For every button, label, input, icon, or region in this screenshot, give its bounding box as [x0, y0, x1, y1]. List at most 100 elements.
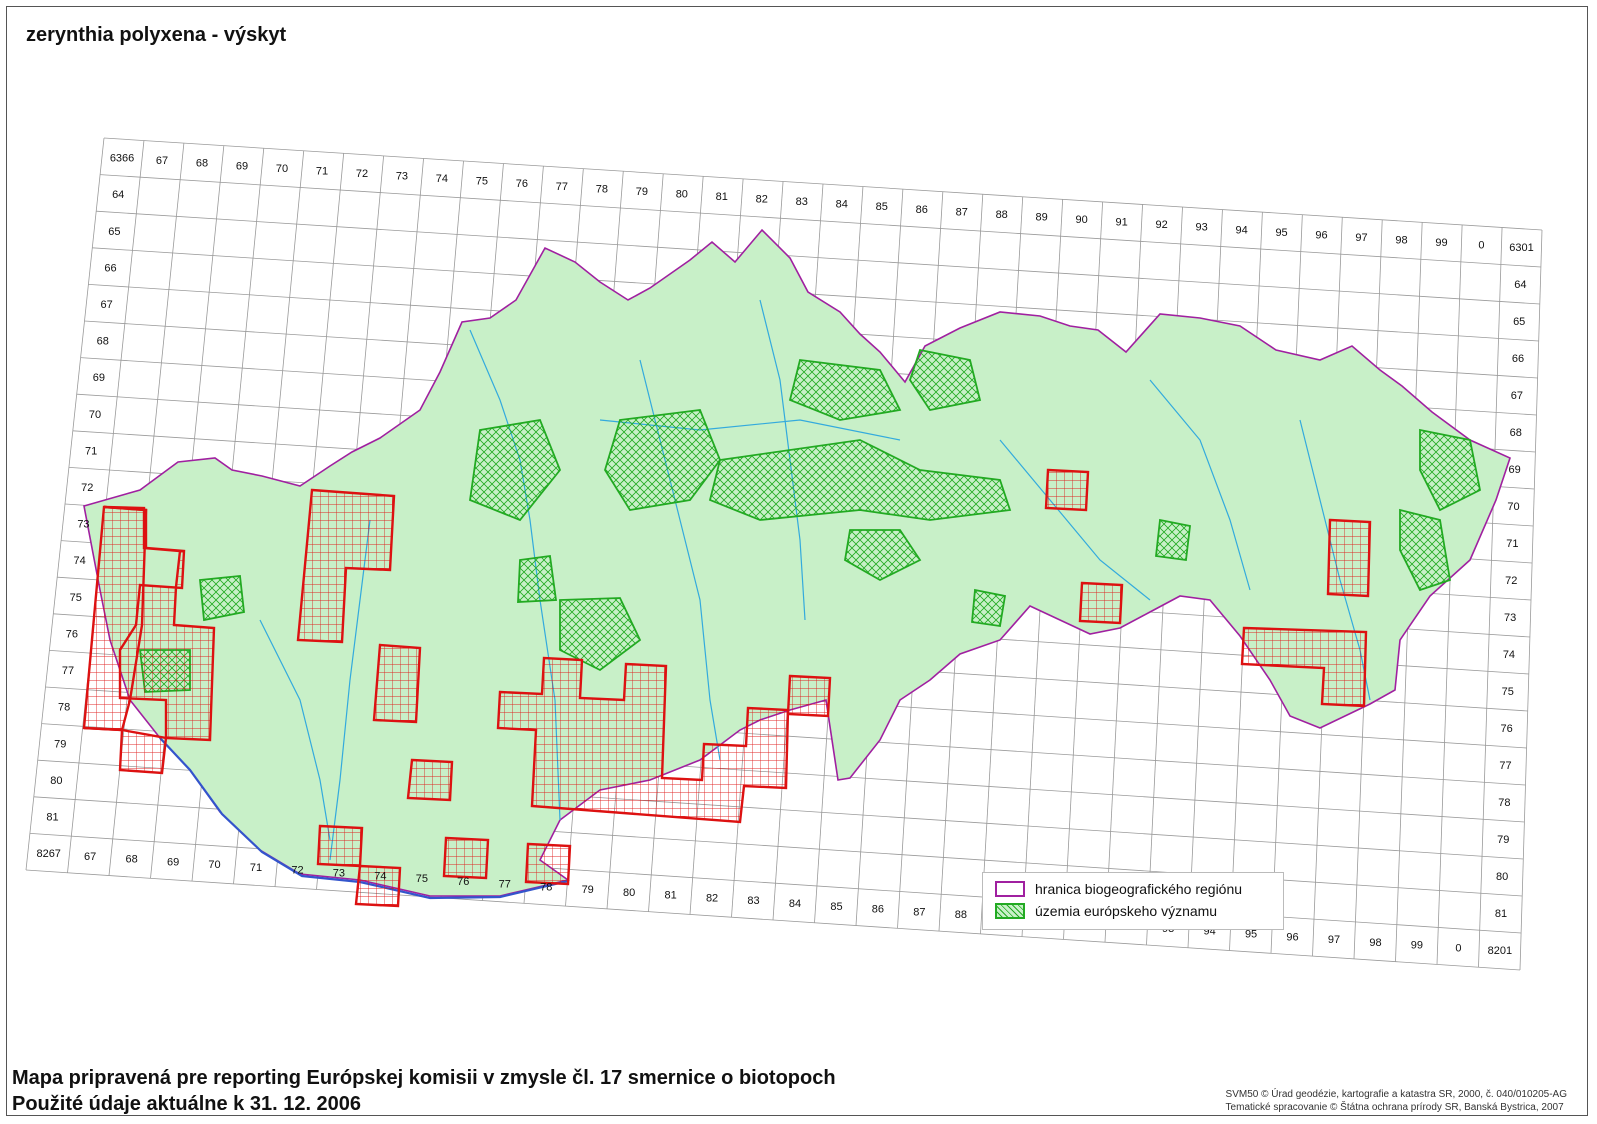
occurrence-square	[316, 824, 364, 868]
grid-label: 66	[104, 262, 116, 274]
grid-label: 74	[1503, 649, 1515, 661]
grid-label: 93	[1195, 222, 1207, 234]
grid-label: 71	[85, 445, 97, 457]
grid-label: 78	[58, 702, 70, 714]
grid-label: 86	[916, 204, 928, 216]
grid-label: 85	[830, 901, 842, 913]
grid-label: 81	[664, 890, 676, 902]
grid-label: 67	[84, 851, 96, 863]
grid-label: 81	[46, 811, 58, 823]
grid-label: 72	[1505, 575, 1517, 587]
grid-label: 72	[291, 865, 303, 877]
grid-label: 73	[77, 519, 89, 531]
occurrence-square	[786, 674, 832, 718]
grid-label: 95	[1275, 227, 1287, 239]
grid-label: 64	[1514, 279, 1526, 291]
grid-label: 67	[156, 155, 168, 167]
grid-label: 70	[1507, 501, 1519, 513]
grid-label: 79	[1497, 834, 1509, 846]
grid-label: 78	[596, 183, 608, 195]
grid-label: 8201	[1488, 945, 1512, 957]
grid-label: 77	[1499, 760, 1511, 772]
grid-label: 82	[756, 194, 768, 206]
grid-label: 70	[276, 163, 288, 175]
grid-label: 78	[1498, 797, 1510, 809]
grid-label: 73	[1504, 612, 1516, 624]
grid-label: 89	[1036, 211, 1048, 223]
grid-label: 75	[70, 592, 82, 604]
grid-label: 83	[796, 196, 808, 208]
footer-caption: Mapa pripravená pre reporting Európskej …	[12, 1065, 836, 1117]
slovakia-region-boundary	[83, 228, 1511, 897]
grid-label: 0	[1455, 942, 1461, 954]
grid-label: 75	[1502, 686, 1514, 698]
grid-label: 75	[416, 873, 428, 885]
sites-swatch-icon	[995, 903, 1025, 919]
grid-label: 80	[623, 887, 635, 899]
grid-label: 76	[516, 178, 528, 190]
grid-label: 64	[112, 189, 124, 201]
footer-credits: SVM50 © Úrad geodézie, kartografie a kat…	[1226, 1088, 1567, 1114]
grid-label: 98	[1395, 235, 1407, 247]
grid-label: 6301	[1509, 242, 1533, 254]
boundary-swatch-icon	[995, 881, 1025, 897]
grid-label: 91	[1116, 217, 1128, 229]
grid-label: 97	[1328, 934, 1340, 946]
grid-label: 84	[836, 199, 848, 211]
grid-label: 81	[1495, 908, 1507, 920]
country-shape	[83, 228, 1511, 900]
grid-label: 69	[167, 856, 179, 868]
occurrence-square	[442, 836, 490, 880]
grid-label: 74	[436, 173, 448, 185]
grid-label: 80	[50, 775, 62, 787]
grid-label: 73	[333, 867, 345, 879]
credit-line-2: Tematické spracovanie © Štátna ochrana p…	[1225, 1102, 1564, 1113]
footer-line-1: Mapa pripravená pre reporting Európskej …	[12, 1067, 836, 1089]
grid-label: 70	[89, 409, 101, 421]
grid-label: 79	[54, 738, 66, 750]
grid-label: 87	[956, 206, 968, 218]
grid-label: 84	[789, 898, 801, 910]
occurrence-square	[1078, 581, 1124, 625]
grid-label: 87	[913, 906, 925, 918]
grid-label: 77	[556, 181, 568, 193]
grid-label: 8267	[36, 848, 60, 860]
legend-item-boundary: hranica biogeografického regiónu	[995, 881, 1242, 897]
grid-label: 77	[499, 879, 511, 891]
grid-label: 69	[236, 160, 248, 172]
grid-line	[100, 174, 1541, 268]
grid-line	[29, 833, 1522, 934]
grid-label: 92	[1156, 219, 1168, 231]
grid-label: 98	[1369, 937, 1381, 949]
grid-label: 85	[876, 201, 888, 213]
grid-line	[25, 869, 1521, 971]
grid-label: 94	[1235, 224, 1247, 236]
grid-label: 74	[73, 555, 85, 567]
grid-label: 67	[1511, 390, 1523, 402]
grid-label: 71	[1506, 538, 1518, 550]
grid-label: 0	[1478, 240, 1484, 252]
grid-label: 68	[1510, 427, 1522, 439]
grid-label: 70	[208, 859, 220, 871]
grid-line	[96, 210, 1540, 305]
grid-label: 72	[81, 482, 93, 494]
footer-line-2: Použité údaje aktuálne k 31. 12. 2006	[12, 1093, 362, 1115]
grid-label: 74	[374, 870, 386, 882]
grid-label: 76	[457, 876, 469, 888]
occurrence-square	[372, 643, 422, 724]
grid-label: 69	[93, 372, 105, 384]
credit-line-1: SVM50 © Úrad geodézie, kartografie a kat…	[1225, 1089, 1567, 1100]
grid-label: 99	[1435, 237, 1447, 249]
distribution-map: 6366 67 68 69 70 71 72 73 74 75 76 77 78 79 80 81 82 83 84…	[25, 137, 1543, 971]
grid-label: 71	[316, 165, 328, 177]
grid-label: 88	[996, 209, 1008, 221]
grid-label: 95	[1245, 928, 1257, 940]
grid-label: 81	[716, 191, 728, 203]
grid-label: 69	[1509, 464, 1521, 476]
occurrence-square	[524, 842, 572, 886]
occurrence-square	[406, 758, 454, 802]
grid-label: 79	[582, 884, 594, 896]
grid-label: 82	[706, 892, 718, 904]
occurrence-square	[83, 726, 168, 775]
grid-label: 65	[108, 226, 120, 238]
